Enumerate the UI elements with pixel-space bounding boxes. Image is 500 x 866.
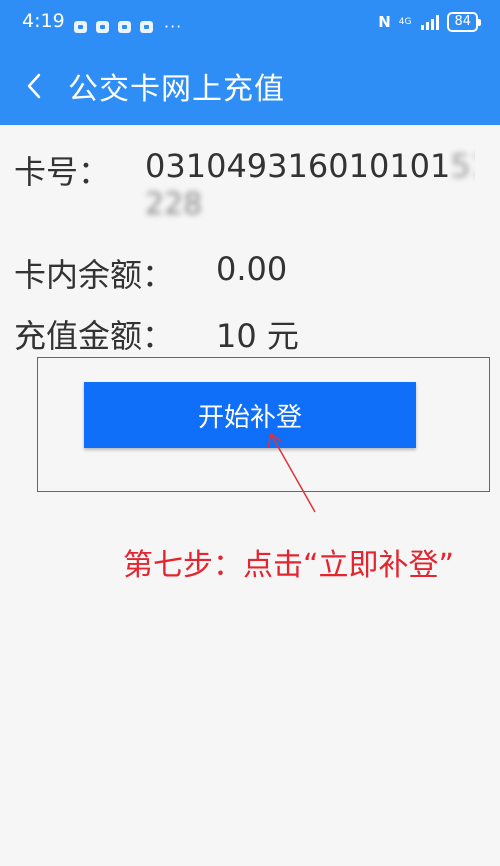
card-number-value: 03104931601010151 [145, 147, 475, 185]
battery-level: 84 [454, 14, 471, 29]
status-indicators: N 4G 84 [378, 12, 481, 32]
notification-icon [118, 20, 131, 33]
card-number-blurred-line: 228 [145, 187, 203, 222]
notification-icon [140, 20, 153, 33]
notification-icon [74, 20, 87, 33]
card-number-visible: 031049316010101 [145, 147, 451, 185]
status-bar: 4:19 ··· N 4G 84 [0, 0, 500, 46]
nfc-icon: N [378, 13, 391, 31]
app-bar: 公交卡网上充值 [0, 46, 500, 125]
signal-icon [421, 14, 440, 30]
start-reissue-button[interactable]: 开始补登 [84, 382, 416, 448]
page-title: 公交卡网上充值 [68, 72, 285, 107]
more-notifications-icon: ··· [164, 17, 183, 36]
notification-icons: ··· [74, 17, 182, 36]
network-type: 4G [398, 16, 412, 27]
card-number-blurred: 51 [450, 147, 475, 185]
card-number-label: 卡号： [14, 153, 111, 191]
step-annotation: 第七步：点击“立即补登” [123, 548, 455, 583]
amount-value: 10 元 [216, 317, 299, 355]
notification-icon [96, 20, 109, 33]
balance-label: 卡内余额： [14, 256, 175, 294]
battery-icon: 84 [447, 12, 481, 32]
back-arrow-icon[interactable] [24, 72, 48, 100]
status-time: 4:19 [22, 10, 65, 32]
balance-value: 0.00 [216, 250, 288, 288]
amount-label: 充值金额： [14, 317, 175, 355]
